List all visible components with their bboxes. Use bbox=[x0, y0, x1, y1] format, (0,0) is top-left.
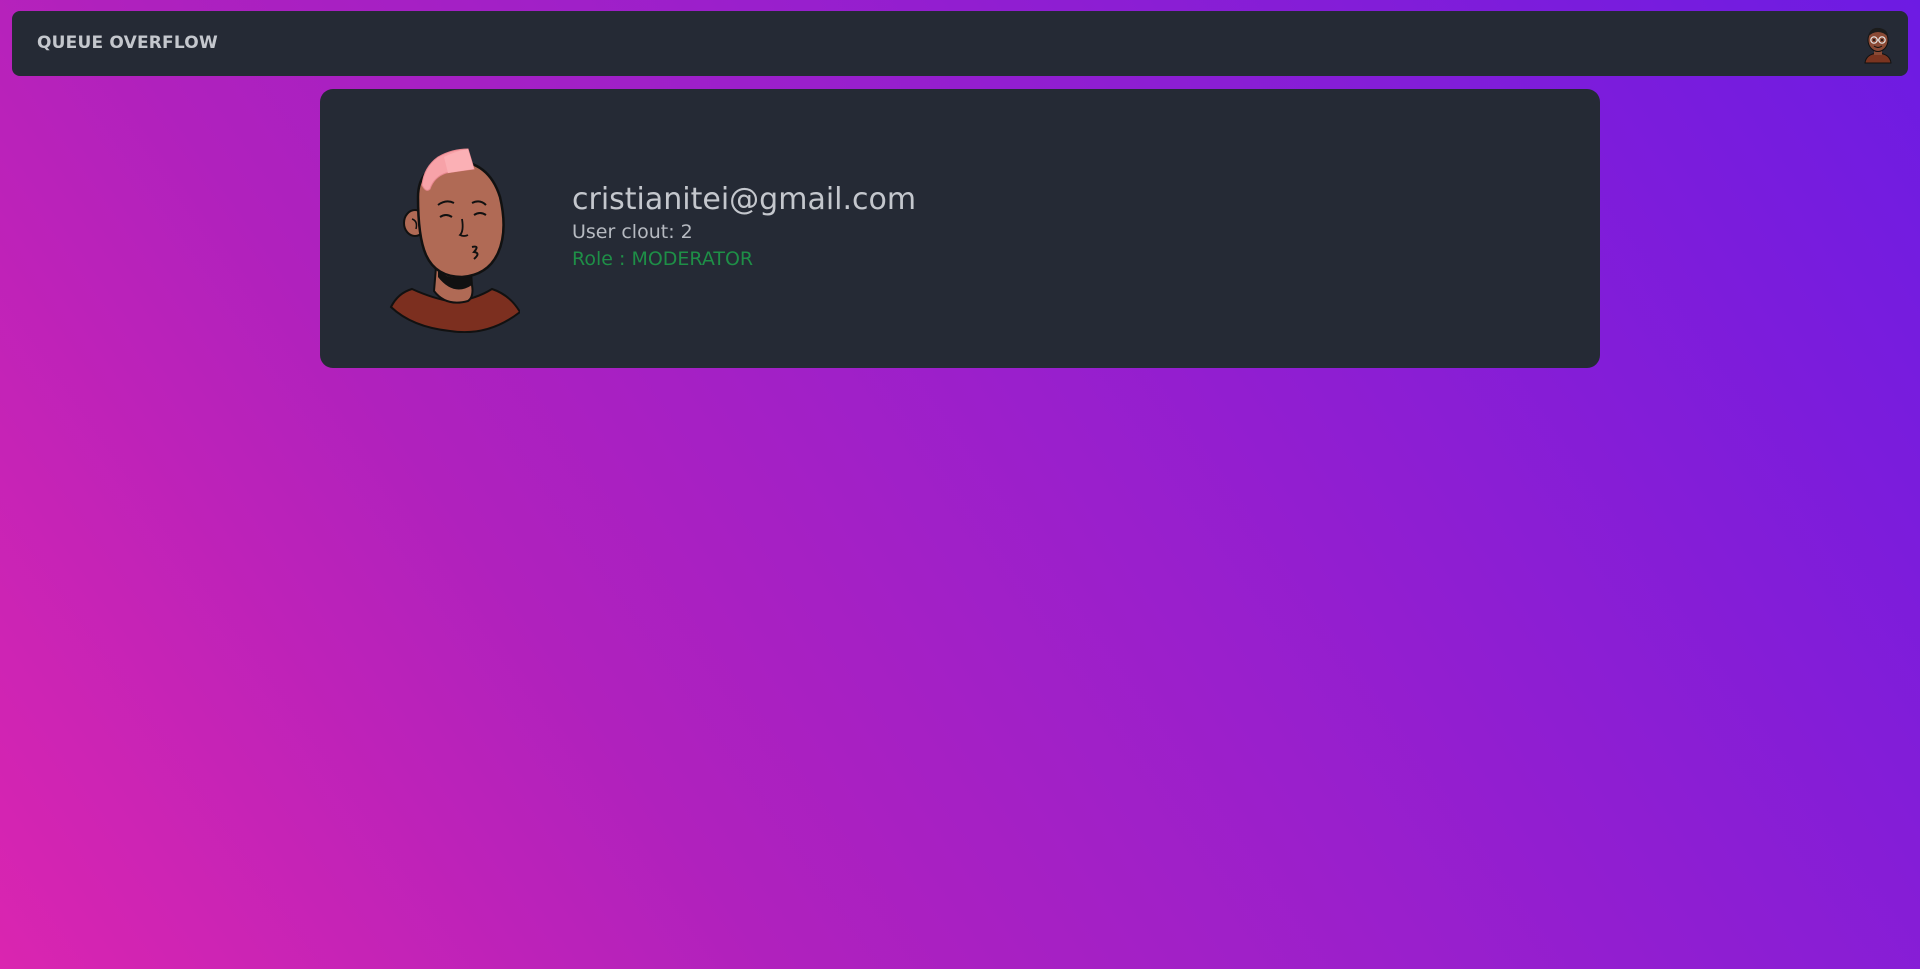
user-avatar-illustration-icon bbox=[388, 127, 522, 334]
user-role: Role : MODERATOR bbox=[572, 245, 916, 273]
profile-info: cristianitei@gmail.com User clout: 2 Rol… bbox=[572, 181, 916, 273]
user-clout-label: User clout: bbox=[572, 221, 675, 243]
user-role-label: Role : bbox=[572, 248, 626, 270]
user-clout: User clout: 2 bbox=[572, 219, 916, 245]
top-navbar: QUEUE OVERFLOW bbox=[12, 11, 1908, 76]
profile-card: cristianitei@gmail.com User clout: 2 Rol… bbox=[320, 89, 1600, 368]
user-clout-value: 2 bbox=[680, 221, 693, 243]
user-role-value: MODERATOR bbox=[631, 248, 754, 270]
user-email: cristianitei@gmail.com bbox=[572, 182, 917, 217]
user-avatar-icon[interactable] bbox=[1862, 26, 1894, 64]
brand-logo-link[interactable]: QUEUE OVERFLOW bbox=[37, 11, 218, 76]
